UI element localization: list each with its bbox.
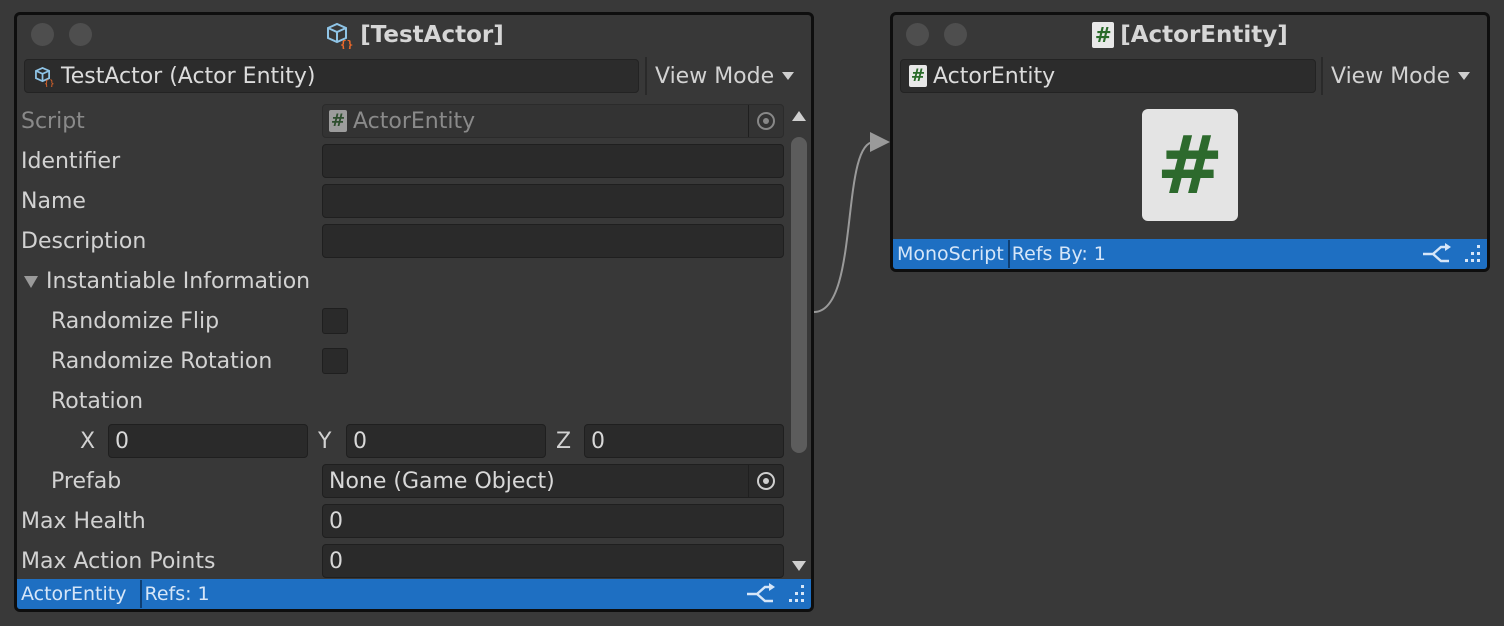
footer-type-label: MonoScript <box>897 243 1004 265</box>
csharp-script-icon: # <box>329 110 347 132</box>
footer-divider <box>140 580 143 608</box>
field-label: Rotation <box>51 388 144 414</box>
field-label: Script <box>21 108 85 134</box>
window-minimize-button[interactable] <box>69 23 92 46</box>
field-label: Identifier <box>21 148 121 174</box>
footer-refs-label: Refs By: 1 <box>1011 243 1106 265</box>
description-input[interactable] <box>322 224 784 258</box>
field-label: Randomize Rotation <box>51 348 273 374</box>
view-mode-dropdown[interactable]: View Mode <box>1321 57 1487 95</box>
foldout-instantiable[interactable]: Instantiable Information <box>17 261 787 301</box>
rotation-z-input[interactable]: 0 <box>584 424 784 458</box>
field-row-randomize-rotation: Randomize Rotation <box>17 341 787 381</box>
object-bar: {} TestActor (Actor Entity) View Mode <box>17 57 811 95</box>
node-test-actor[interactable]: {} [TestActor] {} TestActor (Actor Entit… <box>14 12 814 612</box>
field-row-prefab: Prefab None (Game Object) <box>17 461 787 501</box>
chevron-down-icon <box>782 72 795 80</box>
chevron-down-icon <box>1458 72 1471 80</box>
node-title: [ActorEntity] <box>1120 22 1288 48</box>
node-footer: MonoScript Refs By: 1 <box>893 239 1487 269</box>
foldout-label: Instantiable Information <box>46 268 311 294</box>
csharp-script-icon: # <box>909 65 927 87</box>
node-actor-entity[interactable]: # [ActorEntity] # ActorEntity View Mode … <box>890 12 1490 272</box>
wire-arrowhead <box>870 132 890 152</box>
rotation-x-input[interactable]: 0 <box>108 424 308 458</box>
axis-label-z: Z <box>556 428 572 454</box>
randomize-flip-checkbox[interactable] <box>322 308 348 334</box>
field-row-name: Name <box>17 181 787 221</box>
object-picker-button[interactable] <box>748 465 783 497</box>
field-row-description: Description <box>17 221 787 261</box>
share-graph-icon[interactable] <box>1421 243 1451 265</box>
object-picker-button <box>748 105 783 137</box>
vertical-scrollbar[interactable] <box>787 107 811 579</box>
field-row-randomize-flip: Randomize Flip <box>17 301 787 341</box>
axis-label-y: Y <box>318 428 332 454</box>
axis-label-x: X <box>80 428 96 454</box>
name-input[interactable] <box>322 184 784 218</box>
field-label: Prefab <box>51 468 122 494</box>
node-footer: ActorEntity Refs: 1 <box>17 579 811 609</box>
csharp-script-icon: # <box>1092 22 1115 48</box>
object-field[interactable]: {} TestActor (Actor Entity) <box>24 59 639 93</box>
field-row-identifier: Identifier <box>17 141 787 181</box>
footer-refs-label: Refs: 1 <box>144 583 210 605</box>
field-label: Max Health <box>21 508 146 534</box>
field-label: Name <box>21 188 86 214</box>
field-label: Randomize Flip <box>51 308 220 334</box>
field-value: None (Game Object) <box>329 468 555 494</box>
identifier-input[interactable] <box>322 144 784 178</box>
target-icon <box>757 472 775 490</box>
field-row-rotation-xyz: X 0 Y 0 Z 0 <box>17 421 787 461</box>
node-titlebar[interactable]: {} [TestActor] <box>17 15 811 55</box>
script-object-field: # ActorEntity <box>322 104 784 138</box>
target-icon <box>757 112 775 130</box>
field-value: ActorEntity <box>353 108 476 134</box>
prefab-object-field[interactable]: None (Game Object) <box>322 464 784 498</box>
prefab-icon: {} <box>35 66 55 87</box>
node-titlebar[interactable]: # [ActorEntity] <box>893 15 1487 55</box>
object-bar: # ActorEntity View Mode <box>893 57 1487 95</box>
script-preview-glyph: # <box>1156 118 1224 212</box>
view-mode-label: View Mode <box>1331 63 1451 89</box>
object-field-label: TestActor (Actor Entity) <box>61 63 316 89</box>
window-close-button[interactable] <box>906 23 929 46</box>
scroll-up-arrow-icon[interactable] <box>792 111 806 121</box>
object-field-label: ActorEntity <box>933 63 1056 89</box>
view-mode-dropdown[interactable]: View Mode <box>645 57 811 95</box>
field-row-max-action-points: Max Action Points 0 <box>17 541 787 581</box>
rotation-y-input[interactable]: 0 <box>346 424 546 458</box>
svg-text:{}: {} <box>340 38 353 49</box>
scroll-down-arrow-icon[interactable] <box>792 561 806 571</box>
field-row-script: Script # ActorEntity <box>17 101 787 141</box>
foldout-arrow-icon[interactable] <box>23 273 39 289</box>
footer-divider <box>1007 240 1010 268</box>
resize-grip-icon[interactable] <box>785 583 807 605</box>
max-health-input[interactable]: 0 <box>322 504 784 538</box>
field-label: Description <box>21 228 147 254</box>
window-close-button[interactable] <box>31 23 54 46</box>
randomize-rotation-checkbox[interactable] <box>322 348 348 374</box>
node-title: [TestActor] <box>360 22 504 48</box>
field-row-rotation: Rotation <box>17 381 787 421</box>
footer-type-label: ActorEntity <box>21 583 127 605</box>
window-minimize-button[interactable] <box>944 23 967 46</box>
share-graph-icon[interactable] <box>745 583 775 605</box>
field-label: Max Action Points <box>21 548 216 574</box>
prefab-icon: {} <box>327 22 353 49</box>
scrollbar-thumb[interactable] <box>791 137 807 453</box>
max-action-points-input[interactable]: 0 <box>322 544 784 578</box>
script-preview: # <box>1142 109 1238 221</box>
view-mode-label: View Mode <box>655 63 775 89</box>
resize-grip-icon[interactable] <box>1461 243 1483 265</box>
object-field[interactable]: # ActorEntity <box>900 59 1316 93</box>
field-row-max-health: Max Health 0 <box>17 501 787 541</box>
svg-text:{}: {} <box>44 79 55 87</box>
